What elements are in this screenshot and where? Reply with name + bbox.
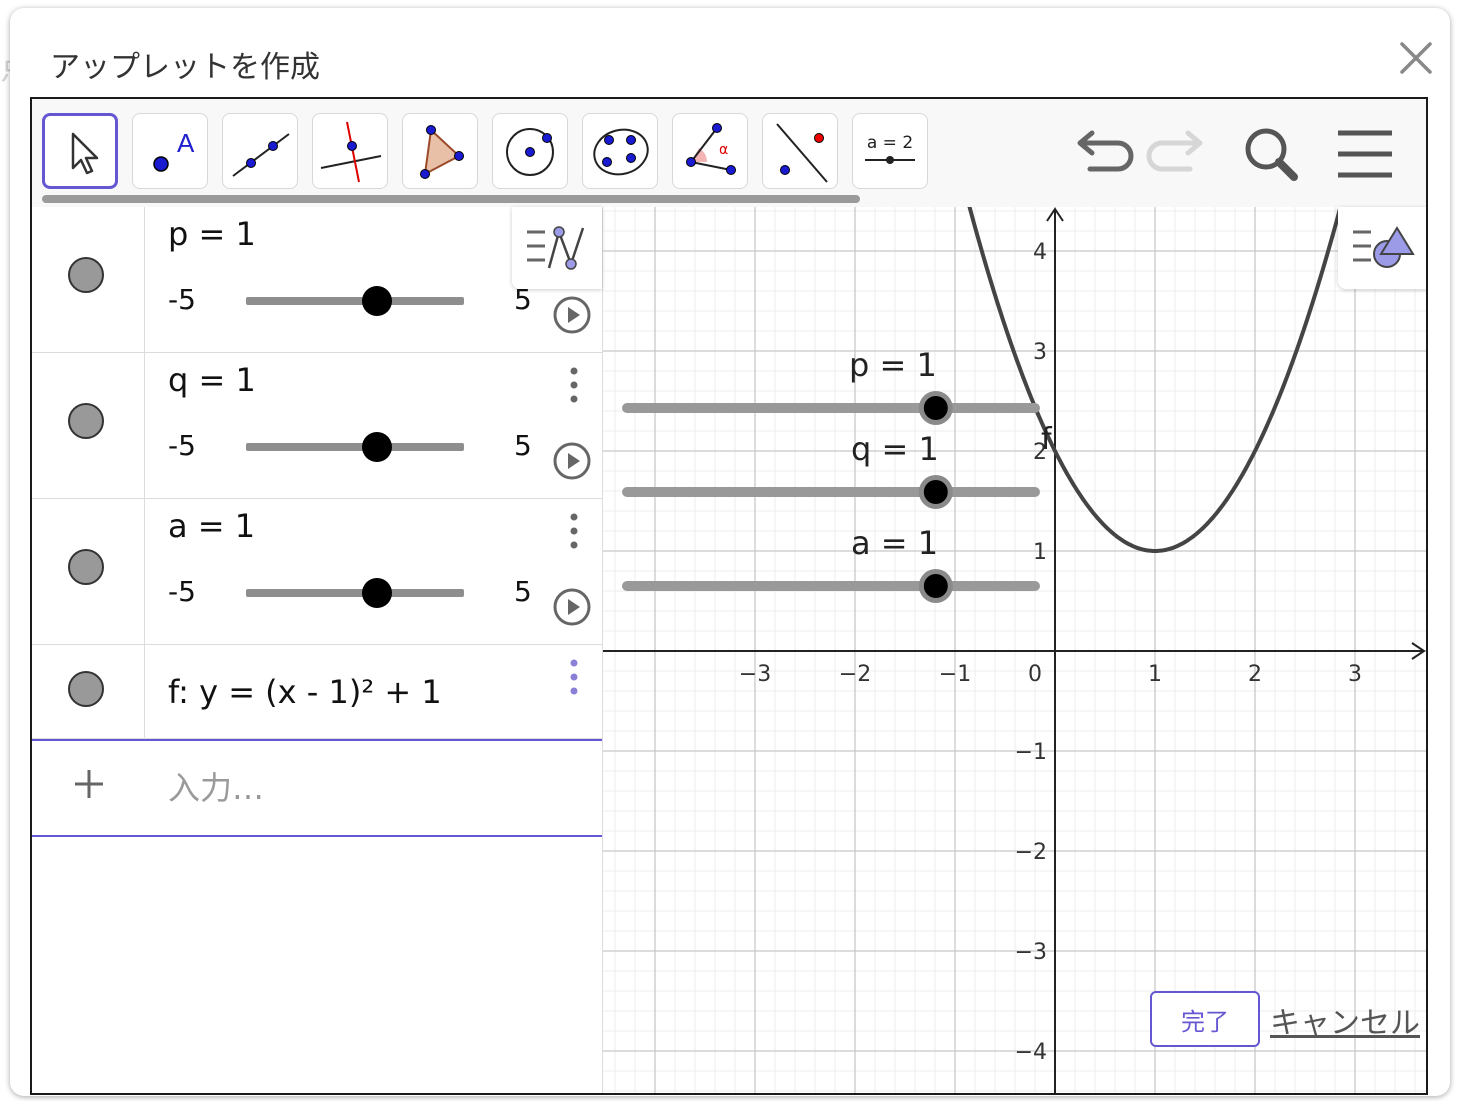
slider-tool-button[interactable]: a = 2 bbox=[852, 113, 928, 189]
visibility-marker bbox=[32, 207, 145, 352]
slider-min: -5 bbox=[168, 283, 196, 316]
angle-tool-label: α bbox=[719, 142, 728, 158]
toolbar: A α a = 2 bbox=[32, 99, 1426, 207]
conic-through-points-icon bbox=[593, 128, 649, 176]
circle-tool-button[interactable] bbox=[492, 113, 568, 189]
point-tool-label: A bbox=[177, 128, 195, 158]
done-button[interactable]: 完了 bbox=[1150, 991, 1260, 1047]
angle-tool-button[interactable]: α bbox=[672, 113, 748, 189]
menu-icon[interactable] bbox=[1332, 121, 1398, 187]
perpendicular-line-tool-button[interactable] bbox=[312, 113, 388, 189]
cursor-arrow-icon bbox=[71, 132, 99, 175]
algebra-stylebar-button[interactable] bbox=[512, 207, 602, 289]
play-icon[interactable] bbox=[552, 295, 592, 335]
slider-min: -5 bbox=[168, 575, 196, 608]
slider-knob[interactable] bbox=[361, 578, 392, 608]
graphics-slider-knob[interactable] bbox=[923, 480, 948, 504]
graphics-slider-knob[interactable] bbox=[923, 396, 948, 420]
graphics-view[interactable]: −3 −2 −1 0 1 2 34321−1−2−3−4 f p = 1q = 1a = 1 bbox=[603, 207, 1428, 1095]
graphics-slider-label: p = 1 bbox=[849, 346, 937, 384]
graphics-sliders[interactable]: p = 1 q = 1 a = 1 bbox=[622, 346, 1040, 603]
slider-definition[interactable]: p = 1 bbox=[168, 215, 256, 253]
slider-track[interactable] bbox=[246, 589, 464, 597]
slider-knob[interactable] bbox=[361, 286, 392, 316]
y-tick-label: −3 bbox=[1015, 940, 1047, 965]
visibility-toggle[interactable] bbox=[68, 549, 104, 585]
visibility-marker bbox=[32, 499, 145, 644]
perpendicular-line-icon bbox=[320, 121, 382, 183]
line-tool-button[interactable] bbox=[222, 113, 298, 189]
polygon-tool-button[interactable] bbox=[402, 113, 478, 189]
y-tick-label: 4 bbox=[1033, 240, 1047, 265]
algebra-input[interactable]: 入力… bbox=[168, 763, 264, 809]
x-tick-label: −3 bbox=[739, 662, 771, 687]
undo-icon[interactable] bbox=[1070, 121, 1136, 187]
reflect-tool-button[interactable] bbox=[762, 113, 838, 189]
slider-icon: a = 2 bbox=[865, 133, 915, 164]
slider-track[interactable] bbox=[246, 443, 464, 451]
line-icon bbox=[232, 133, 290, 177]
visibility-toggle[interactable] bbox=[68, 403, 104, 439]
y-tick-label: −1 bbox=[1015, 740, 1047, 765]
algebra-row-q[interactable]: q = 1 -5 5 bbox=[32, 353, 602, 499]
more-options-icon[interactable] bbox=[568, 511, 580, 551]
function-definition[interactable]: f: y = (x - 1)² + 1 bbox=[168, 673, 442, 711]
play-icon[interactable] bbox=[552, 441, 592, 481]
point-icon: A bbox=[153, 128, 195, 172]
visibility-toggle[interactable] bbox=[68, 257, 104, 293]
slider-track[interactable] bbox=[246, 297, 464, 305]
move-tool-button[interactable] bbox=[42, 113, 118, 189]
angle-icon: α bbox=[686, 123, 736, 175]
algebra-row-f[interactable]: f: y = (x - 1)² + 1 bbox=[32, 645, 602, 739]
cancel-button[interactable]: キャンセル bbox=[1270, 998, 1420, 1042]
graphics-slider-label: a = 1 bbox=[851, 524, 938, 562]
algebra-input-row[interactable]: 入力… bbox=[32, 739, 602, 837]
visibility-marker bbox=[32, 353, 145, 498]
more-options-icon[interactable] bbox=[568, 657, 580, 697]
more-options-icon[interactable] bbox=[568, 365, 580, 405]
visibility-marker bbox=[32, 645, 145, 738]
slider-min: -5 bbox=[168, 429, 196, 462]
play-icon[interactable] bbox=[552, 587, 592, 627]
x-tick-label: 1 bbox=[1148, 662, 1162, 687]
algebra-row-a[interactable]: a = 1 -5 5 bbox=[32, 499, 602, 645]
y-tick-label: −4 bbox=[1015, 1040, 1047, 1065]
x-tick-label: −1 bbox=[939, 662, 971, 687]
slider-max: 5 bbox=[514, 429, 532, 462]
slider-tool-label: a = 2 bbox=[867, 133, 913, 153]
search-icon[interactable] bbox=[1238, 121, 1304, 187]
y-tick-label: 3 bbox=[1033, 340, 1047, 365]
graphics-settings-icon bbox=[1353, 226, 1415, 268]
slider-definition[interactable]: a = 1 bbox=[168, 507, 255, 545]
plus-icon[interactable] bbox=[72, 767, 106, 801]
x-tick-label: 3 bbox=[1348, 662, 1362, 687]
dialog-title: アップレットを作成 bbox=[50, 50, 320, 85]
slider-max: 5 bbox=[514, 575, 532, 608]
graphics-slider-knob[interactable] bbox=[923, 574, 948, 598]
geogebra-applet: A α a = 2 p = 1 -5 5 q = 1 -5 5 a = 1 -5… bbox=[30, 97, 1428, 1095]
polygon-icon bbox=[420, 125, 464, 179]
reflect-about-line-icon bbox=[776, 123, 828, 183]
toolbar-scrollbar[interactable] bbox=[42, 195, 860, 203]
algebra-view: p = 1 -5 5 q = 1 -5 5 a = 1 -5 5 f: y = … bbox=[32, 207, 603, 1093]
x-tick-label: −2 bbox=[839, 662, 871, 687]
point-tool-button[interactable]: A bbox=[132, 113, 208, 189]
close-icon[interactable] bbox=[1394, 36, 1438, 80]
visibility-toggle[interactable] bbox=[68, 671, 104, 707]
x-tick-label: 0 bbox=[1028, 662, 1042, 687]
y-tick-label: 1 bbox=[1033, 540, 1047, 565]
conic-tool-button[interactable] bbox=[582, 113, 658, 189]
x-tick-label: 2 bbox=[1248, 662, 1262, 687]
redo-icon[interactable] bbox=[1144, 121, 1210, 187]
graphics-stylebar-button[interactable] bbox=[1338, 207, 1426, 289]
slider-knob[interactable] bbox=[361, 432, 392, 462]
algebra-settings-icon bbox=[527, 226, 585, 270]
axis-tick-labels: −3 −2 −1 0 1 2 34321−1−2−3−4 bbox=[739, 240, 1362, 1065]
graphics-slider-label: q = 1 bbox=[851, 430, 939, 468]
y-tick-label: −2 bbox=[1015, 840, 1047, 865]
slider-definition[interactable]: q = 1 bbox=[168, 361, 256, 399]
circle-icon bbox=[506, 128, 554, 176]
function-label: f bbox=[1041, 422, 1053, 457]
